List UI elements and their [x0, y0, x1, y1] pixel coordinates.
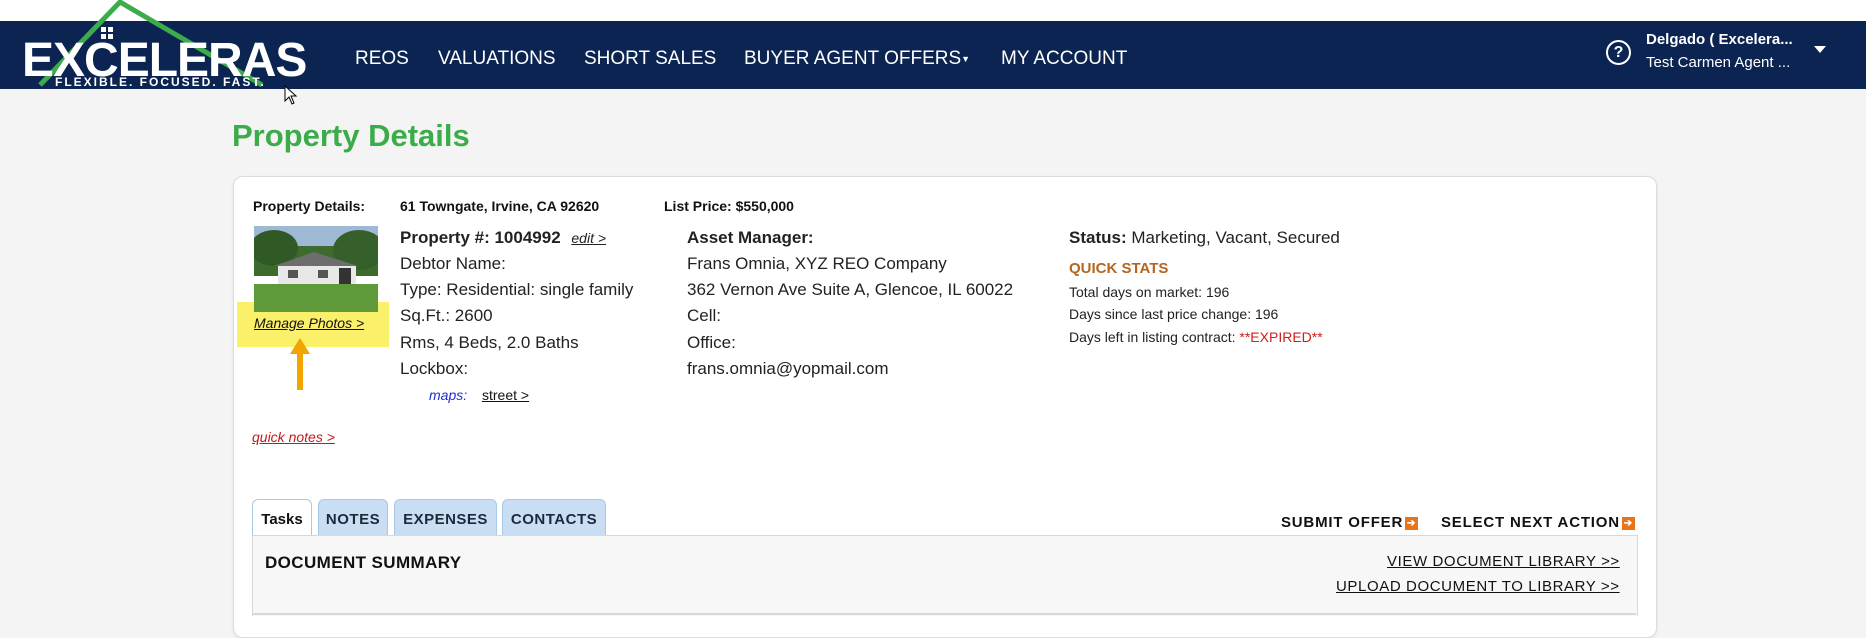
manage-photos-link[interactable]: Manage Photos >: [254, 315, 364, 331]
asset-manager-company: Frans Omnia, XYZ REO Company: [687, 254, 947, 273]
nav-my-account[interactable]: MY ACCOUNT: [1001, 48, 1127, 70]
logo-tagline: FLEXIBLE. FOCUSED. FAST.: [55, 75, 266, 89]
nav-buyer-agent-offers[interactable]: BUYER AGENT OFFERS▼: [744, 48, 970, 70]
status-line: Status: Marketing, Vacant, Secured: [1069, 228, 1340, 248]
select-next-action-label: SELECT NEXT ACTION: [1441, 514, 1620, 531]
brand-logo[interactable]: EXCELERAS FLEXIBLE. FOCUSED. FAST.: [0, 0, 307, 95]
page-title: Property Details: [232, 118, 470, 153]
asset-manager-label: Asset Manager:: [687, 228, 814, 247]
days-on-market: Total days on market: 196: [1069, 284, 1230, 300]
days-left-label: Days left in listing contract:: [1069, 329, 1236, 345]
expired-badge: **EXPIRED**: [1239, 329, 1323, 345]
arrow-right-icon: ➔: [1405, 516, 1419, 530]
quick-notes-link[interactable]: quick notes >: [252, 429, 335, 445]
user-subtitle[interactable]: Test Carmen Agent ...: [1646, 54, 1790, 71]
user-name[interactable]: Delgado ( Excelera...: [1646, 31, 1793, 48]
property-details-label: Property Details:: [253, 198, 366, 214]
property-address: 61 Towngate, Irvine, CA 92620: [400, 198, 600, 214]
days-left-contract: Days left in listing contract: **EXPIRED…: [1069, 329, 1323, 345]
document-summary-title: DOCUMENT SUMMARY: [265, 553, 462, 572]
house-photo-image: [254, 226, 378, 312]
property-number-label: Property #: 1004992: [400, 228, 561, 247]
arrow-right-icon: ➔: [1621, 516, 1635, 530]
arrow-shaft: [297, 352, 303, 390]
street-link[interactable]: street >: [482, 387, 529, 403]
property-sqft: Sq.Ft.: 2600: [400, 306, 493, 325]
asset-manager-cell: Cell:: [687, 306, 722, 325]
asset-manager-office: Office:: [687, 333, 736, 352]
help-icon[interactable]: ?: [1606, 40, 1631, 65]
property-lockbox: Lockbox:: [400, 359, 469, 378]
edit-property-link[interactable]: edit >: [571, 230, 606, 246]
tab-notes[interactable]: NOTES: [318, 499, 388, 536]
tab-tasks[interactable]: Tasks: [252, 499, 312, 536]
caret-down-icon: ▼: [961, 53, 971, 64]
select-next-action-button[interactable]: SELECT NEXT ACTION ➔: [1441, 514, 1635, 531]
nav-valuations[interactable]: VALUATIONS: [438, 48, 556, 70]
list-price: List Price: $550,000: [664, 198, 794, 214]
asset-manager-email: frans.omnia@yopmail.com: [687, 359, 889, 378]
nav-reos[interactable]: REOS: [355, 48, 409, 70]
upload-document-link[interactable]: UPLOAD DOCUMENT TO LIBRARY >>: [1336, 578, 1620, 595]
asset-manager-address: 362 Vernon Ave Suite A, Glencoe, IL 6002…: [687, 280, 1014, 299]
maps-label: maps:: [429, 387, 468, 403]
nav-buyer-agent-offers-label: BUYER AGENT OFFERS: [744, 48, 962, 69]
document-summary-panel: [252, 535, 1638, 616]
property-number: Property #: 1004992 edit >: [400, 228, 606, 248]
submit-offer-label: SUBMIT OFFER: [1281, 514, 1404, 531]
debtor-name: Debtor Name:: [400, 254, 506, 273]
user-menu-caret-icon[interactable]: [1814, 46, 1826, 53]
tab-contacts[interactable]: CONTACTS: [502, 499, 606, 536]
tab-expenses[interactable]: EXPENSES: [394, 499, 497, 536]
days-since-price-change: Days since last price change: 196: [1069, 306, 1279, 322]
property-type: Type: Residential: single family: [400, 280, 634, 299]
status-label: Status:: [1069, 228, 1127, 247]
submit-offer-button[interactable]: SUBMIT OFFER ➔: [1281, 514, 1419, 531]
quick-stats-heading: QUICK STATS: [1069, 260, 1169, 277]
nav-short-sales[interactable]: SHORT SALES: [584, 48, 716, 70]
mouse-cursor-icon: [284, 85, 298, 105]
status-value: Marketing, Vacant, Secured: [1131, 228, 1340, 247]
view-document-library-link[interactable]: VIEW DOCUMENT LIBRARY >>: [1387, 553, 1620, 570]
property-rooms: Rms, 4 Beds, 2.0 Baths: [400, 333, 579, 352]
property-photo[interactable]: [254, 226, 378, 312]
